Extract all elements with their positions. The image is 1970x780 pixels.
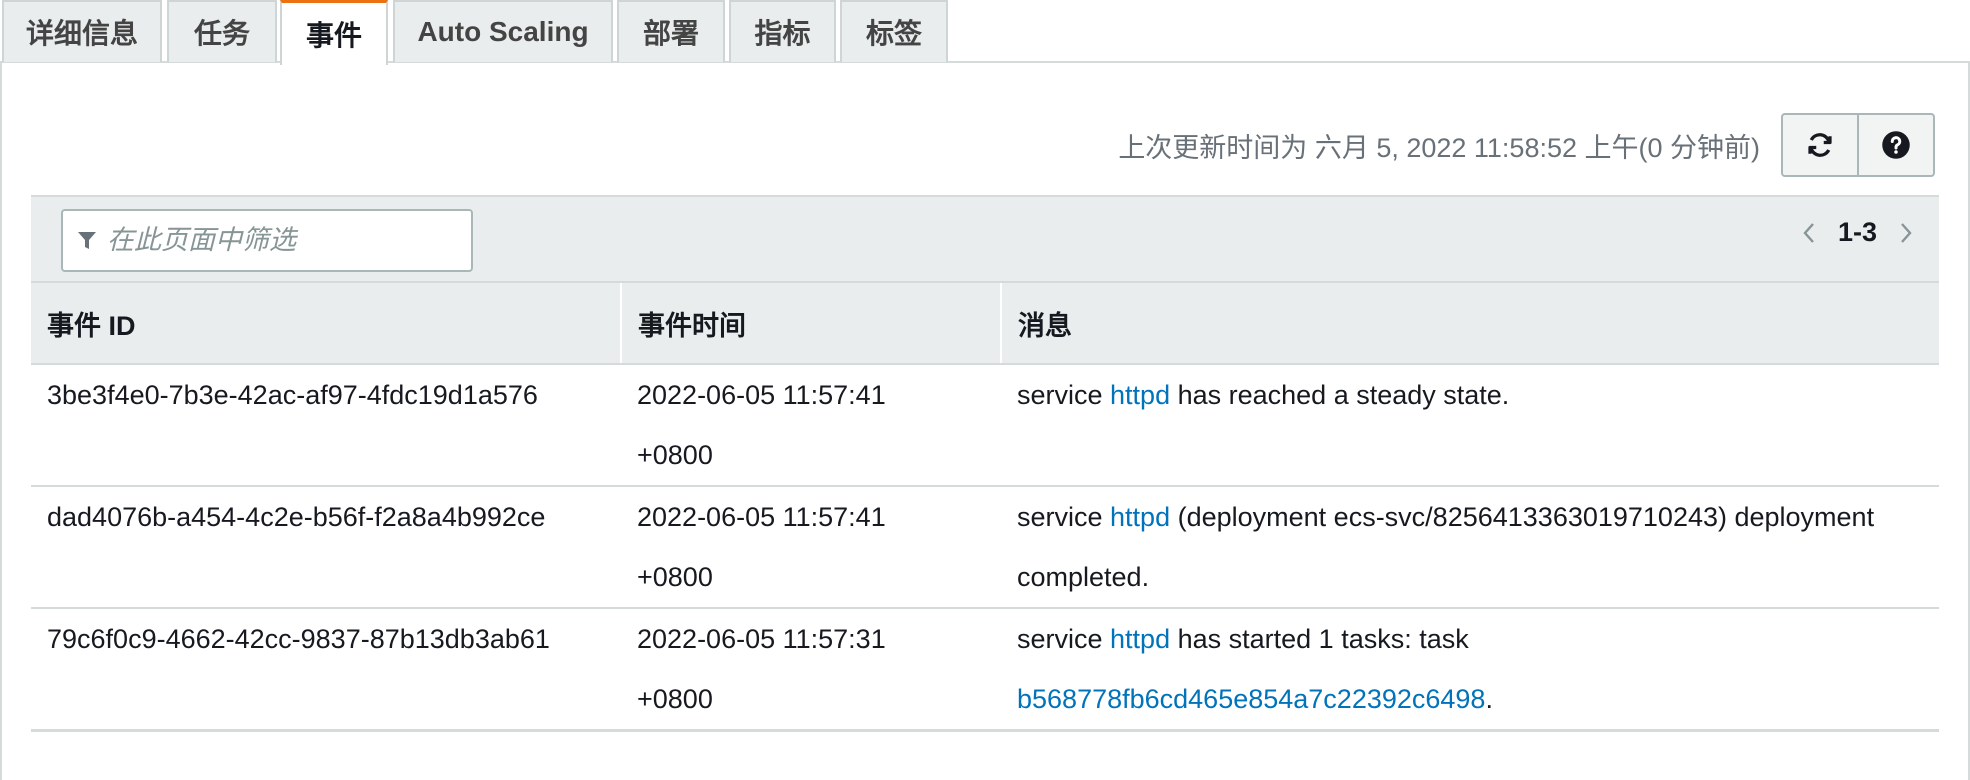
- tab-label: 指标: [754, 18, 811, 49]
- table-row: 79c6f0c9-4662-42cc-9837-87b13db3ab61 202…: [31, 608, 1939, 732]
- column-header-event-time[interactable]: 事件时间: [620, 281, 1001, 365]
- event-message-cell: service httpd has reached a steady state…: [1001, 364, 1939, 487]
- pagination: 1-3: [1802, 217, 1913, 248]
- event-message-cell: service httpd has started 1 tasks: task …: [1001, 608, 1939, 732]
- event-id-cell: 3be3f4e0-7b3e-42ac-af97-4fdc19d1a576: [31, 364, 621, 487]
- tab-label: 部署: [642, 18, 699, 49]
- service-link[interactable]: httpd: [1110, 502, 1170, 532]
- event-id-cell: dad4076b-a454-4c2e-b56f-f2a8a4b992ce: [31, 486, 621, 609]
- table-row: 3be3f4e0-7b3e-42ac-af97-4fdc19d1a576 202…: [31, 364, 1939, 487]
- table-header-row: 事件 ID 事件时间 消息: [31, 281, 1939, 365]
- chevron-left-icon[interactable]: [1802, 221, 1816, 245]
- tab-details[interactable]: 详细信息: [2, 0, 162, 62]
- event-time-date: 2022-06-05 11:57:31: [637, 624, 886, 654]
- table-toolbar: 1-3: [31, 195, 1939, 281]
- message-text: has reached a steady state.: [1170, 380, 1510, 410]
- event-time-date: 2022-06-05 11:57:41: [637, 380, 886, 410]
- help-button[interactable]: [1857, 113, 1935, 177]
- tab-label: 标签: [865, 18, 922, 49]
- tab-auto-scaling[interactable]: Auto Scaling: [393, 0, 613, 62]
- event-time-tz: +0800: [637, 684, 713, 714]
- tab-tags[interactable]: 标签: [840, 0, 948, 62]
- tab-label: 事件: [305, 20, 362, 51]
- event-time-tz: +0800: [637, 562, 713, 592]
- message-text: service: [1017, 624, 1111, 654]
- tab-label: 任务: [193, 18, 250, 49]
- event-message-cell: service httpd (deployment ecs-svc/825641…: [1001, 486, 1939, 609]
- page-range: 1-3: [1837, 217, 1877, 247]
- event-time-date: 2022-06-05 11:57:41: [637, 502, 886, 532]
- tab-events[interactable]: 事件: [280, 0, 388, 65]
- event-time-tz: +0800: [637, 440, 713, 470]
- refresh-icon: [1805, 130, 1835, 160]
- help-icon: [1881, 130, 1911, 160]
- tab-label: Auto Scaling: [417, 16, 589, 47]
- tab-tasks[interactable]: 任务: [167, 0, 277, 62]
- event-time-cell: 2022-06-05 11:57:31 +0800: [621, 608, 1001, 732]
- event-id-cell: 79c6f0c9-4662-42cc-9837-87b13db3ab61: [31, 608, 621, 732]
- tab-metrics[interactable]: 指标: [729, 0, 836, 62]
- event-time-cell: 2022-06-05 11:57:41 +0800: [621, 486, 1001, 609]
- events-table: 事件 ID 事件时间 消息 3be3f4e0-7b3e-42ac-af97-4f…: [31, 281, 1939, 732]
- events-table-container: 1-3 事件 ID 事件时间 消息 3be3f4e0-7b3e-42ac-af9…: [31, 195, 1939, 732]
- column-header-event-id[interactable]: 事件 ID: [31, 281, 621, 365]
- service-link[interactable]: httpd: [1110, 380, 1170, 410]
- message-text: service: [1017, 502, 1111, 532]
- task-link[interactable]: b568778fb6cd465e854a7c22392c6498: [1017, 684, 1485, 714]
- event-time-cell: 2022-06-05 11:57:41 +0800: [621, 364, 1001, 487]
- message-text: service: [1017, 380, 1111, 410]
- tab-label: 详细信息: [25, 18, 138, 49]
- tab-bar: 详细信息 任务 事件 Auto Scaling 部署 指标 标签: [0, 0, 1970, 65]
- column-header-message[interactable]: 消息: [1000, 281, 1939, 365]
- table-row: dad4076b-a454-4c2e-b56f-f2a8a4b992ce 202…: [31, 486, 1939, 609]
- service-link[interactable]: httpd: [1110, 624, 1170, 654]
- message-text: has started 1 tasks: task: [1170, 624, 1469, 654]
- chevron-right-icon[interactable]: [1899, 221, 1913, 245]
- tab-deployments[interactable]: 部署: [617, 0, 725, 62]
- filter-input[interactable]: [107, 225, 447, 256]
- filter-field[interactable]: [61, 209, 473, 272]
- message-text: .: [1485, 684, 1493, 714]
- filter-icon: [77, 230, 97, 252]
- refresh-button[interactable]: [1781, 113, 1859, 177]
- last-updated-text: 上次更新时间为 六月 5, 2022 11:58:52 上午(0 分钟前): [1118, 133, 1760, 163]
